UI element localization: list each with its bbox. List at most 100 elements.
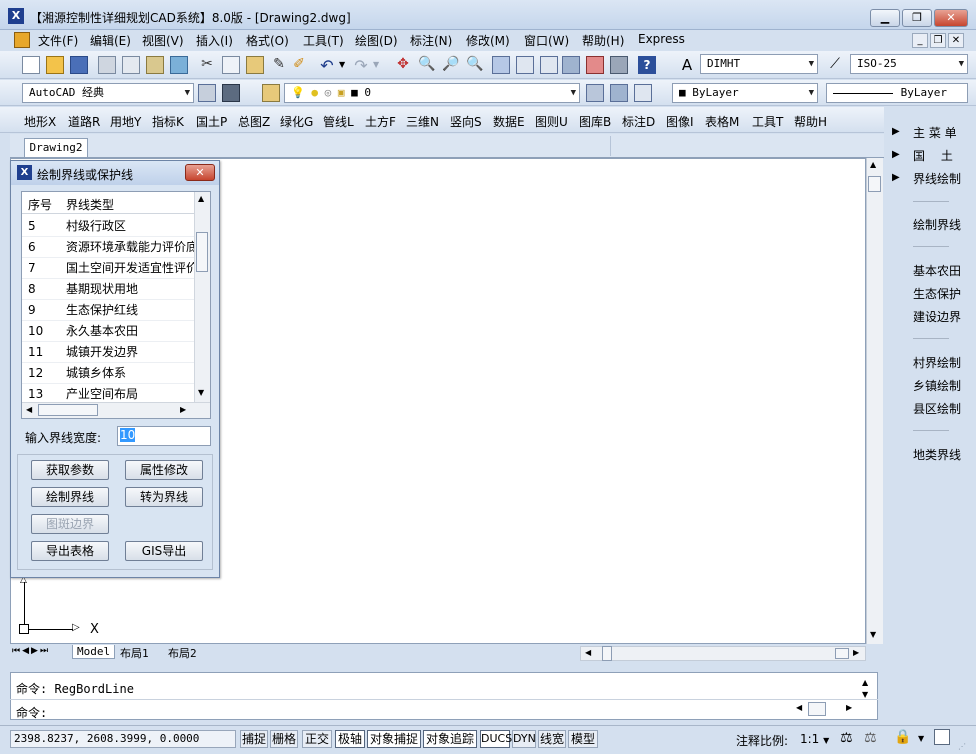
menu-tool[interactable]: 工具T — [752, 113, 783, 130]
menu-annotation[interactable]: 标注D — [622, 113, 655, 130]
workspace-combo[interactable]: AutoCAD 经典 ▼ — [22, 83, 194, 103]
panel-item-township-boundary[interactable]: 乡镇绘制 — [913, 377, 961, 394]
list-vertical-scrollbar[interactable]: ▲ ▼ — [194, 192, 210, 402]
text-style-icon[interactable]: A — [678, 56, 696, 74]
menu-drawing-rules[interactable]: 图则U — [535, 113, 568, 130]
menu-3d[interactable]: 三维N — [406, 113, 439, 130]
list-item[interactable]: 6资源环境承载能力评价底线 — [22, 237, 194, 258]
horizontal-scroll-thumb[interactable] — [835, 648, 849, 659]
dimension-style-combo[interactable]: DIMHT ▼ — [700, 54, 818, 74]
osnap-toggle[interactable]: 对象捕捉 — [367, 730, 421, 748]
layer-previous-icon[interactable] — [610, 84, 628, 102]
expand-arrow-icon[interactable]: ▶ — [892, 149, 900, 160]
copy-icon[interactable] — [222, 56, 240, 74]
dialog-title-bar[interactable]: X 绘制界线或保护线 ✕ — [11, 161, 219, 185]
layer-manager-icon[interactable] — [262, 84, 280, 102]
command-window[interactable] — [10, 672, 878, 720]
tab-model[interactable]: Model — [72, 645, 116, 659]
patch-border-button[interactable]: 图斑边界 — [31, 514, 109, 534]
menu-help-cn[interactable]: 帮助H — [794, 113, 827, 130]
column-header-no[interactable]: 序号 — [28, 196, 52, 213]
tab-layout2[interactable]: 布局2 — [168, 645, 197, 661]
cut-icon[interactable]: ✂ — [198, 56, 216, 74]
scroll-left-icon[interactable]: ◀ — [796, 703, 802, 712]
close-button[interactable]: ✕ — [934, 9, 968, 27]
mdi-restore-button[interactable]: ❐ — [930, 33, 946, 48]
match-properties-icon[interactable]: ✎ — [270, 56, 288, 74]
list-item[interactable]: 11 城镇开发边界 — [22, 342, 194, 363]
otrack-toggle[interactable]: 对象追踪 — [423, 730, 477, 748]
print-preview-icon[interactable] — [122, 56, 140, 74]
menu-format[interactable]: 格式(O) — [246, 32, 289, 49]
menu-indicator[interactable]: 指标K — [152, 113, 184, 130]
menu-draw[interactable]: 绘图(D) — [355, 32, 398, 49]
undo-dropdown-icon[interactable]: ▼ — [339, 60, 345, 69]
menu-modify[interactable]: 修改(M) — [466, 32, 510, 49]
menu-earthwork[interactable]: 土方F — [365, 113, 396, 130]
layer-combo[interactable]: 💡 ● ◎ ▣ ■ 0 ▼ — [284, 83, 580, 103]
menu-library[interactable]: 图库B — [579, 113, 611, 130]
dimension-style-icon[interactable]: ⟋ — [826, 56, 844, 74]
open-file-icon[interactable] — [46, 56, 64, 74]
panel-item-farmland[interactable]: 基本农田 — [913, 262, 961, 279]
menu-tools[interactable]: 工具(T) — [303, 32, 344, 49]
menu-terrain[interactable]: 地形X — [24, 113, 56, 130]
menu-site-plan[interactable]: 总图Z — [238, 113, 270, 130]
panel-item-main-menu[interactable]: 主 菜 单 — [913, 124, 957, 141]
document-icon[interactable] — [14, 32, 30, 48]
print-icon[interactable] — [98, 56, 116, 74]
panel-item-eco-protection[interactable]: 生态保护 — [913, 285, 961, 302]
publish-icon[interactable] — [146, 56, 164, 74]
scroll-right-icon[interactable]: ▶ — [180, 405, 186, 414]
list-item[interactable]: 12 城镇乡体系 — [22, 363, 194, 384]
expand-arrow-icon[interactable]: ▶ — [892, 126, 900, 137]
scroll-down-icon[interactable]: ▼ — [862, 690, 868, 699]
scroll-up-icon[interactable]: ▲ — [862, 678, 868, 687]
mdi-close-button[interactable]: ✕ — [948, 33, 964, 48]
command-prompt[interactable]: 命令: — [16, 704, 47, 721]
ducs-toggle[interactable]: DUCS — [480, 730, 512, 748]
model-toggle[interactable]: 模型 — [568, 730, 598, 748]
get-params-button[interactable]: 获取参数 — [31, 460, 109, 480]
restore-button[interactable]: ❐ — [902, 9, 932, 27]
workspace-settings-icon[interactable] — [198, 84, 216, 102]
lock-icon[interactable]: 🔒 — [894, 729, 911, 745]
auto-scale-icon[interactable]: ⚖ — [864, 730, 877, 746]
design-center-icon[interactable] — [516, 56, 534, 74]
vertical-scroll-thumb[interactable] — [868, 176, 881, 192]
menu-pipeline[interactable]: 管线L — [323, 113, 354, 130]
snap-toggle[interactable]: 捕捉 — [240, 730, 268, 748]
tab-split-handle[interactable] — [602, 646, 612, 661]
column-header-type[interactable]: 界线类型 — [66, 196, 114, 213]
pan-icon[interactable]: ✥ — [394, 56, 412, 74]
list-item[interactable]: 10 永久基本农田 — [22, 321, 194, 342]
grid-toggle[interactable]: 栅格 — [270, 730, 298, 748]
sheet-set-icon[interactable] — [562, 56, 580, 74]
scroll-left-icon[interactable]: ◀ — [26, 405, 32, 414]
scroll-down-icon[interactable]: ▼ — [198, 388, 204, 397]
redo-icon[interactable]: ↷ — [352, 56, 370, 75]
lock-toolbar-icon[interactable] — [222, 84, 240, 102]
draw-boundary-button[interactable]: 绘制界线 — [31, 487, 109, 507]
scroll-down-icon[interactable]: ▼ — [870, 630, 876, 639]
zoom-previous-icon[interactable]: 🔍 — [466, 56, 484, 74]
undo-icon[interactable]: ↶ — [318, 56, 336, 75]
annotation-scale-value[interactable]: 1:1 ▼ — [800, 732, 829, 746]
menu-territory[interactable]: 国土P — [196, 113, 227, 130]
polar-toggle[interactable]: 极轴 — [335, 730, 365, 748]
tool-palettes-icon[interactable] — [540, 56, 558, 74]
menu-landuse[interactable]: 用地Y — [110, 113, 141, 130]
panel-item-construction-boundary[interactable]: 建设边界 — [913, 308, 961, 325]
menu-data[interactable]: 数据E — [493, 113, 525, 130]
panel-item-draw-boundary[interactable]: 绘制界线 — [913, 216, 961, 233]
dialog-close-button[interactable]: ✕ — [185, 164, 215, 181]
redo-dropdown-icon[interactable]: ▼ — [373, 60, 379, 69]
vertical-scrollbar[interactable]: ▲ ▼ — [866, 158, 883, 644]
menu-greening[interactable]: 绿化G — [280, 113, 313, 130]
list-horizontal-scrollbar[interactable]: ◀ ▶ — [22, 402, 210, 418]
scroll-up-icon[interactable]: ▲ — [870, 160, 876, 169]
help-icon[interactable]: ? — [638, 56, 656, 74]
menu-vertical[interactable]: 竖向S — [450, 113, 482, 130]
width-input[interactable]: 10 — [117, 426, 211, 446]
text-style-combo[interactable]: ISO-25 ▼ — [850, 54, 968, 74]
